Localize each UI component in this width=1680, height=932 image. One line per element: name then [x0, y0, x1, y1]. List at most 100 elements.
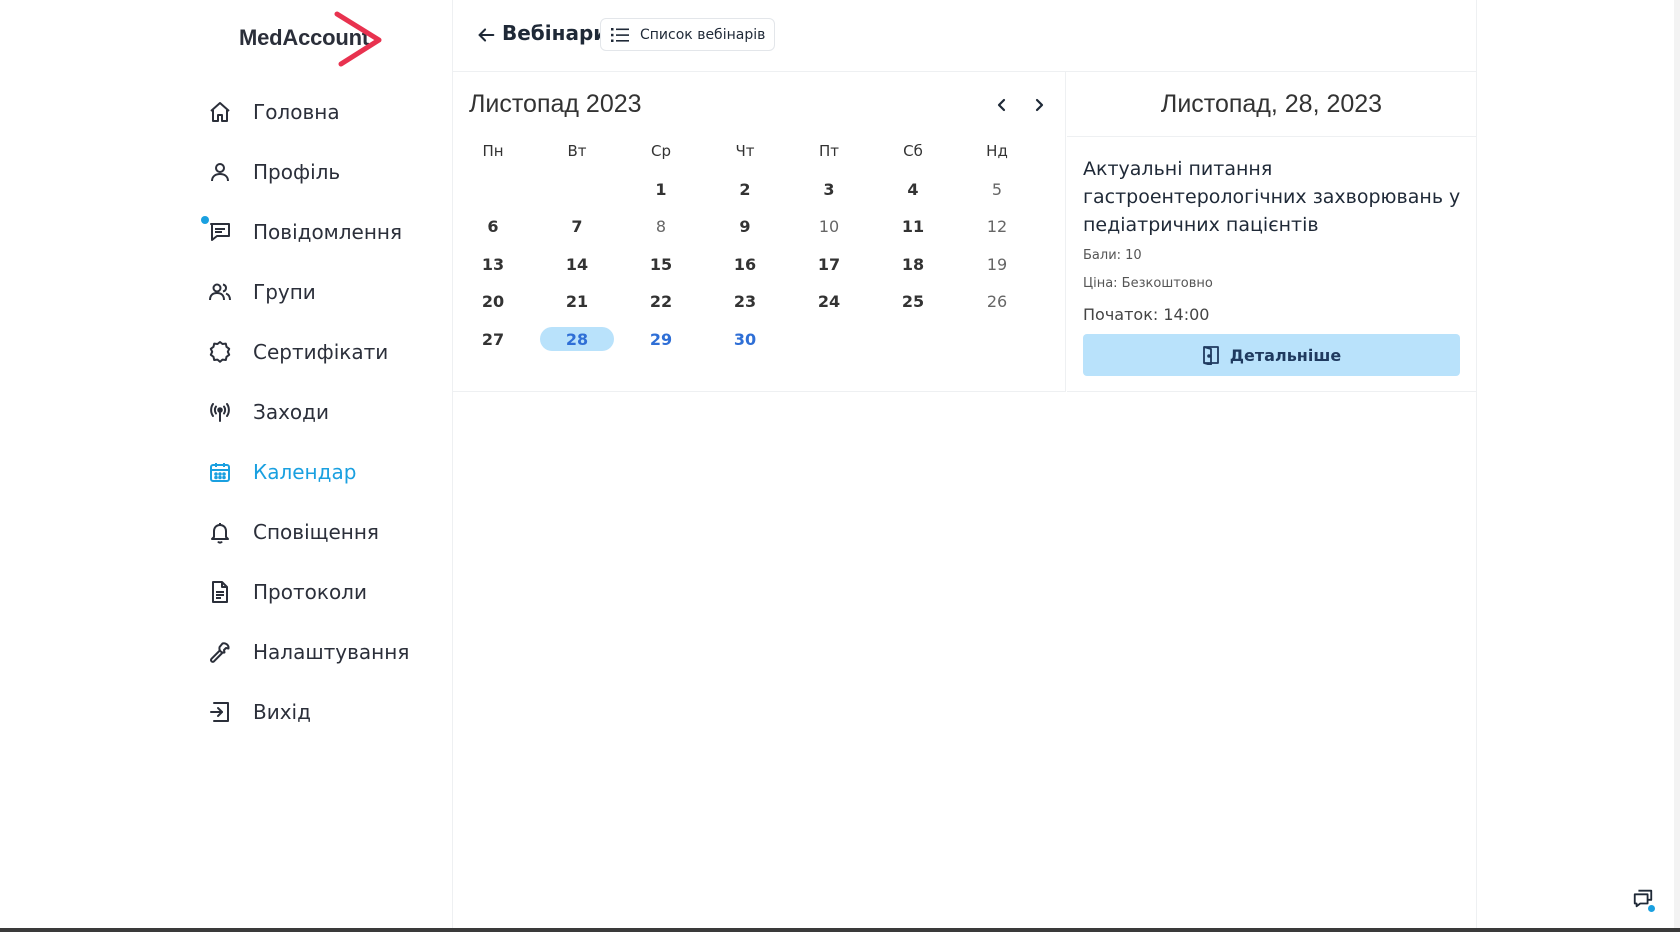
calendar-day[interactable]: 12 — [960, 214, 1034, 238]
chat-notification-dot — [1648, 905, 1655, 912]
calendar-day[interactable]: 3 — [792, 177, 866, 201]
main-content: Вебінари Список вебінарів Листопад 2023 … — [453, 0, 1477, 932]
weekday-label: Нд — [986, 142, 1008, 160]
calendar-month-title: Листопад 2023 — [469, 90, 642, 118]
sidebar: MedAccount Головна Профіль Повідомлення … — [0, 0, 453, 932]
wrench-icon — [207, 639, 233, 665]
weekday-label: Сб — [903, 142, 923, 160]
weekday-label: Ср — [651, 142, 671, 160]
calendar-day[interactable]: 27 — [456, 327, 530, 351]
document-icon — [207, 579, 233, 605]
calendar-day[interactable]: 22 — [624, 289, 698, 313]
app-root: MedAccount Головна Профіль Повідомлення … — [0, 0, 1680, 932]
weekday-label: Пн — [482, 142, 504, 160]
webinar-list-button[interactable]: Список вебінарів — [600, 18, 776, 51]
sidebar-item-label: Вихід — [253, 700, 311, 724]
calendar-day[interactable]: 6 — [456, 214, 530, 238]
calendar-day[interactable]: 16 — [708, 252, 782, 276]
sidebar-item-label: Головна — [253, 100, 340, 124]
calendar-day[interactable]: 13 — [456, 252, 530, 276]
event-points: Бали: 10 — [1083, 248, 1142, 263]
door-open-icon — [1202, 345, 1220, 365]
sidebar-item-label: Протоколи — [253, 580, 367, 604]
calendar-day[interactable]: 21 — [540, 289, 614, 313]
logo[interactable]: MedAccount — [239, 10, 389, 68]
calendar-day[interactable]: 29 — [624, 327, 698, 351]
details-button[interactable]: Детальніше — [1083, 334, 1460, 376]
sidebar-item-events[interactable]: Заходи — [207, 382, 437, 442]
calendar-day[interactable]: 5 — [960, 177, 1034, 201]
sidebar-item-settings[interactable]: Налаштування — [207, 622, 437, 682]
calendar-day[interactable]: 2 — [708, 177, 782, 201]
home-icon — [207, 99, 233, 125]
certificate-icon — [207, 339, 233, 365]
page-title: Вебінари — [502, 21, 608, 45]
details-button-label: Детальніше — [1229, 345, 1342, 365]
message-icon — [207, 219, 233, 245]
logout-icon — [207, 699, 233, 725]
calendar-day[interactable]: 19 — [960, 252, 1034, 276]
sidebar-item-label: Заходи — [253, 400, 329, 424]
event-title: Актуальні питання гастроентерологічних з… — [1083, 158, 1461, 236]
users-icon — [207, 279, 233, 305]
calendar-day[interactable]: 7 — [540, 214, 614, 238]
sidebar-nav: Головна Профіль Повідомлення Групи Серти… — [201, 82, 437, 742]
calendar-day[interactable]: 9 — [708, 214, 782, 238]
sidebar-item-label: Профіль — [253, 160, 341, 184]
calendar-day[interactable]: 24 — [792, 289, 866, 313]
window-bottom-edge — [0, 928, 1680, 932]
sidebar-item-label: Сертифікати — [253, 340, 389, 364]
sidebar-item-label: Сповіщення — [253, 520, 379, 544]
event-price: Ціна: Безкоштовно — [1083, 276, 1213, 291]
calendar-day[interactable]: 20 — [456, 289, 530, 313]
sidebar-item-profile[interactable]: Профіль — [207, 142, 437, 202]
calendar-icon — [207, 459, 233, 485]
sidebar-item-calendar[interactable]: Календар — [207, 442, 437, 502]
sidebar-item-certificates[interactable]: Сертифікати — [207, 322, 437, 382]
calendar-day[interactable]: 18 — [876, 252, 950, 276]
calendar-day[interactable]: 26 — [960, 289, 1034, 313]
calendar-day[interactable]: 1 — [624, 177, 698, 201]
webinar-list-button-label: Список вебінарів — [640, 26, 766, 43]
calendar-day[interactable]: 30 — [708, 327, 782, 351]
calendar: Листопад 2023 Пн Вт Ср Чт Пт Сб Нд 1 2 3 4 5 6 7 8 9 10… — [453, 72, 1066, 392]
sidebar-item-protocols[interactable]: Протоколи — [207, 562, 437, 622]
logo-play-icon — [334, 11, 382, 67]
sidebar-item-label: Повідомлення — [253, 220, 403, 244]
page-scrollbar[interactable] — [1674, 0, 1680, 928]
calendar-day-selected[interactable]: 28 — [540, 327, 614, 351]
calendar-weekdays: Пн Вт Ср Чт Пт Сб Нд — [453, 142, 1066, 166]
list-icon — [611, 27, 629, 43]
calendar-day[interactable]: 10 — [792, 214, 866, 238]
weekday-label: Вт — [567, 142, 587, 160]
calendar-day[interactable]: 23 — [708, 289, 782, 313]
calendar-day[interactable]: 17 — [792, 252, 866, 276]
calendar-day[interactable]: 4 — [876, 177, 950, 201]
broadcast-icon — [207, 399, 233, 425]
chat-widget-button[interactable] — [1630, 887, 1656, 913]
sidebar-item-label: Календар — [253, 460, 357, 484]
sidebar-item-label: Налаштування — [253, 640, 410, 664]
user-icon — [207, 159, 233, 185]
calendar-day[interactable]: 25 — [876, 289, 950, 313]
sidebar-item-groups[interactable]: Групи — [207, 262, 437, 322]
sidebar-item-label: Групи — [253, 280, 316, 304]
calendar-day[interactable]: 14 — [540, 252, 614, 276]
page-header: Вебінари Список вебінарів — [453, 0, 1477, 72]
calendar-day[interactable]: 8 — [624, 214, 698, 238]
bell-icon — [207, 519, 233, 545]
sidebar-item-messages[interactable]: Повідомлення — [201, 202, 437, 262]
calendar-day[interactable]: 15 — [624, 252, 698, 276]
calendar-day[interactable]: 11 — [876, 214, 950, 238]
sidebar-item-logout[interactable]: Вихід — [207, 682, 437, 742]
sidebar-item-notifications[interactable]: Сповіщення — [207, 502, 437, 562]
event-panel: Листопад, 28, 2023 Актуальні питання гас… — [1067, 72, 1476, 392]
chevron-left-icon[interactable] — [989, 92, 1015, 118]
notification-badge — [201, 216, 209, 224]
sidebar-item-home[interactable]: Головна — [207, 82, 437, 142]
event-panel-date: Листопад, 28, 2023 — [1067, 72, 1476, 137]
back-arrow-icon[interactable] — [473, 22, 499, 48]
chevron-right-icon[interactable] — [1026, 92, 1052, 118]
event-start-time: Початок: 14:00 — [1083, 305, 1210, 324]
weekday-label: Чт — [735, 142, 755, 160]
